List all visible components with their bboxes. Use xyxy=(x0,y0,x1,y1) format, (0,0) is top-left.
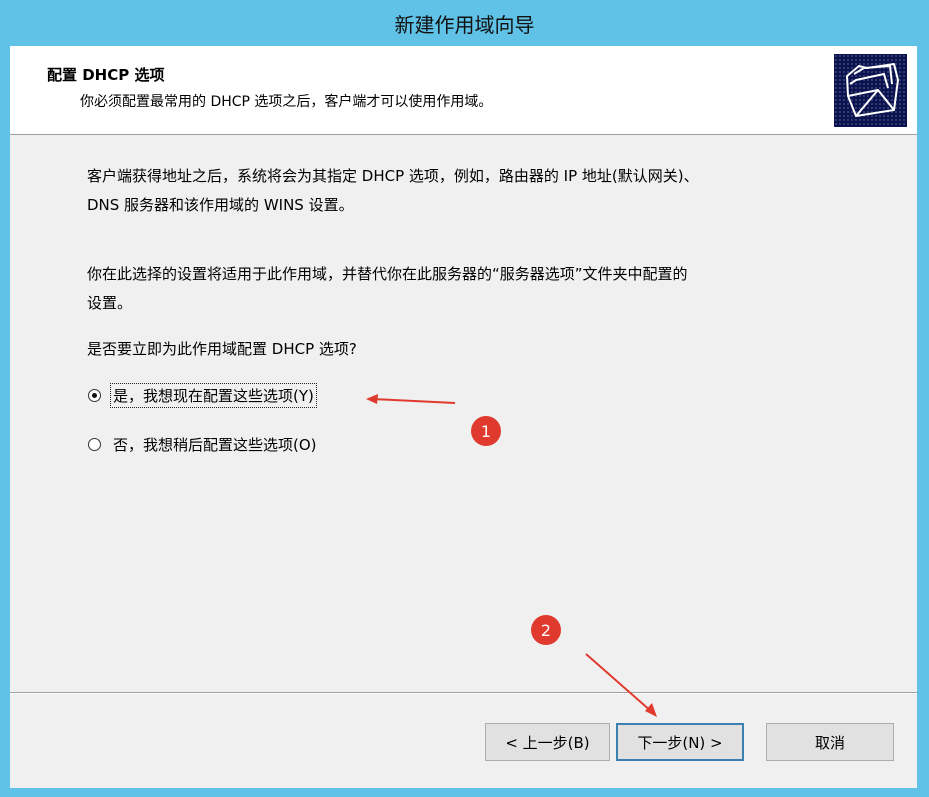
header-subtitle: 你必须配置最常用的 DHCP 选项之后，客户端才可以使用作用域。 xyxy=(80,94,493,110)
footer-separator xyxy=(10,692,917,694)
header-title: 配置 DHCP 选项 xyxy=(47,66,165,84)
back-button[interactable]: < 上一步(B) xyxy=(485,723,610,761)
cancel-button[interactable]: 取消 xyxy=(766,723,894,761)
radio-option-no[interactable]: 否，我想稍后配置这些选项(O) xyxy=(88,433,319,456)
para1-line1: 客户端获得地址之后，系统将会为其指定 DHCP 选项，例如，路由器的 IP 地址… xyxy=(87,167,699,185)
radio-option-yes[interactable]: 是，我想现在配置这些选项(Y) xyxy=(88,383,317,408)
para2-line1: 你在此选择的设置将适用于此作用域，并替代你在此服务器的“服务器选项”文件夹中配置… xyxy=(87,265,688,283)
description-paragraph-2: 你在此选择的设置将适用于此作用域，并替代你在此服务器的“服务器选项”文件夹中配置… xyxy=(87,260,847,318)
para1-line2: DNS 服务器和该作用域的 WINS 设置。 xyxy=(87,196,354,214)
wizard-dialog: 配置 DHCP 选项 你必须配置最常用的 DHCP 选项之后，客户端才可以使用作… xyxy=(10,46,917,788)
para2-line2: 设置。 xyxy=(87,294,133,312)
radio-label-yes[interactable]: 是，我想现在配置这些选项(Y) xyxy=(110,383,317,408)
description-paragraph-1: 客户端获得地址之后，系统将会为其指定 DHCP 选项，例如，路由器的 IP 地址… xyxy=(87,162,847,220)
title-bar: 新建作用域向导 xyxy=(0,0,929,46)
wizard-header: 配置 DHCP 选项 你必须配置最常用的 DHCP 选项之后，客户端才可以使用作… xyxy=(10,46,917,135)
question-text: 是否要立即为此作用域配置 DHCP 选项? xyxy=(87,340,357,358)
radio-label-no[interactable]: 否，我想稍后配置这些选项(O) xyxy=(111,433,319,456)
radio-button-yes[interactable] xyxy=(88,389,101,402)
folders-icon xyxy=(834,54,907,127)
radio-button-no[interactable] xyxy=(88,438,101,451)
next-button[interactable]: 下一步(N) > xyxy=(616,723,744,761)
window-title: 新建作用域向导 xyxy=(394,13,535,37)
